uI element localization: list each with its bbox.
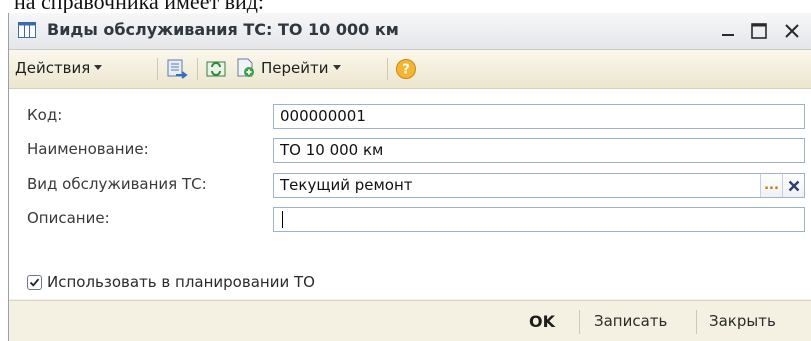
toolbar-separator [387, 58, 388, 80]
go-to-document-icon[interactable] [235, 57, 257, 79]
go-to-menu[interactable]: Перейти [261, 59, 341, 77]
description-field[interactable] [273, 207, 805, 232]
save-and-close-icon[interactable] [166, 58, 188, 80]
planning-checkbox[interactable] [27, 275, 42, 290]
clear-button[interactable] [782, 174, 804, 197]
refresh-icon[interactable] [205, 58, 227, 80]
actions-menu-label: Действия [15, 59, 91, 77]
actions-menu[interactable]: Действия [15, 59, 103, 77]
minimize-button[interactable] [715, 18, 741, 44]
help-icon[interactable]: ? [395, 58, 417, 80]
service-type-label: Вид обслуживания ТС: [27, 175, 207, 193]
code-label: Код: [27, 106, 63, 124]
description-label: Описание: [27, 209, 110, 227]
go-to-menu-label: Перейти [261, 59, 329, 77]
ok-button[interactable]: OK [529, 312, 555, 331]
window-title: Виды обслуживания ТС: ТО 10 000 км [47, 20, 399, 39]
save-button[interactable]: Записать [594, 312, 667, 330]
text-cursor [282, 211, 283, 228]
toolbar: Действия Перейти ? [9, 50, 811, 89]
maximize-button[interactable] [746, 18, 772, 44]
toolbar-separator [197, 58, 198, 80]
name-label: Наименование: [27, 140, 149, 158]
chevron-down-icon [332, 65, 341, 70]
service-type-value: Текущий ремонт [280, 176, 413, 194]
close-button[interactable]: Закрыть [709, 312, 776, 330]
clear-x-icon [788, 180, 799, 191]
svg-text:?: ? [402, 63, 410, 78]
planning-checkbox-label[interactable]: Использовать в планировании ТО [47, 273, 315, 291]
chevron-down-icon [94, 65, 103, 70]
checkmark-icon [29, 278, 40, 287]
code-field[interactable]: 000000001 [273, 104, 805, 129]
service-type-field[interactable]: Текущий ремонт ... [273, 173, 805, 198]
bottom-button-bar: OK Записать Закрыть [9, 300, 811, 341]
button-separator [579, 310, 580, 334]
button-separator [696, 310, 697, 334]
toolbar-separator [157, 58, 158, 80]
title-bar[interactable]: Виды обслуживания ТС: ТО 10 000 км [9, 13, 811, 50]
close-window-button[interactable] [779, 18, 805, 44]
ellipsis-icon: ... [764, 177, 779, 193]
service-type-buttons: ... [760, 174, 804, 197]
form-panel: Код: 000000001 Наименование: ТО 10 000 к… [9, 89, 811, 299]
screen: на справочника имеет вид: Виды обслужива… [0, 0, 811, 341]
dialog-window: Виды обслуживания ТС: ТО 10 000 км Дейст… [8, 13, 811, 341]
select-button[interactable]: ... [760, 174, 782, 197]
catalog-icon [18, 22, 36, 38]
name-field[interactable]: ТО 10 000 км [273, 138, 805, 163]
